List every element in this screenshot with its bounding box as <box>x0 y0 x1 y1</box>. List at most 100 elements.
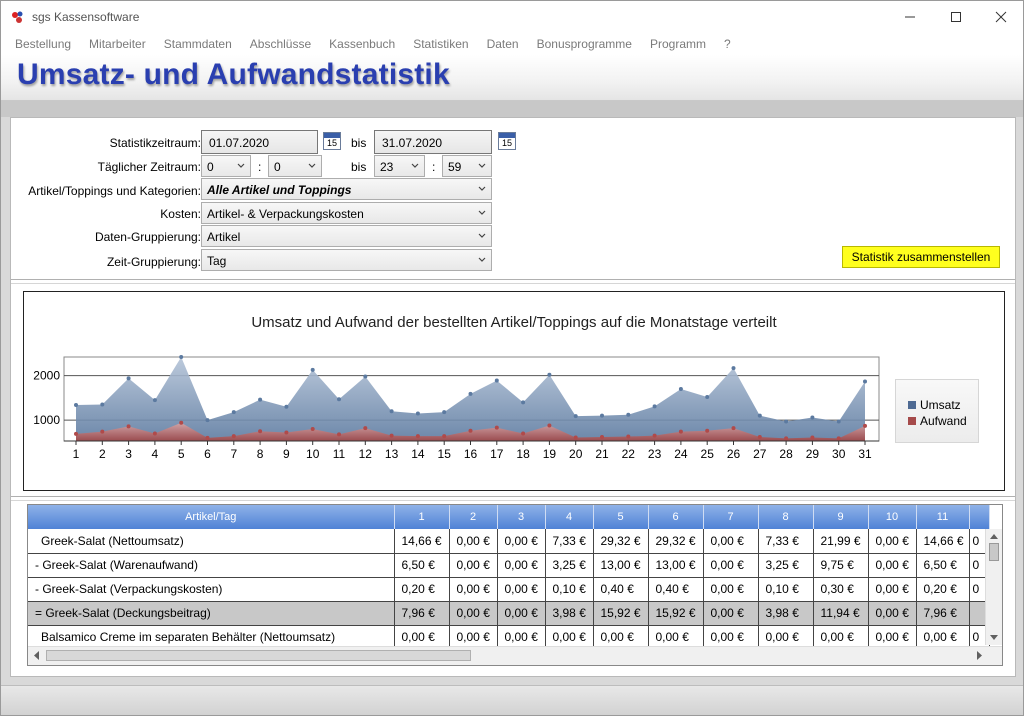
from-calendar-icon[interactable]: 15 <box>323 132 341 150</box>
point-umsatz <box>231 410 236 415</box>
maximize-button[interactable] <box>933 1 979 33</box>
table-row[interactable]: - Greek-Salat (Warenaufwand) 6,50 €0,00 €… <box>28 553 990 578</box>
point-aufwand <box>74 431 78 436</box>
menu-programm[interactable]: Programm <box>641 33 715 55</box>
column-header-partial <box>969 505 990 529</box>
horizontal-scrollbar[interactable] <box>28 646 1002 665</box>
x-tick-label: 11 <box>333 447 346 461</box>
x-tick-label: 12 <box>359 447 373 461</box>
to-calendar-icon[interactable]: 15 <box>498 132 516 150</box>
row-label: - Greek-Salat (Verpackungskosten) <box>28 577 395 602</box>
vertical-scroll-thumb[interactable] <box>989 543 999 561</box>
column-header-day[interactable]: 6 <box>648 505 704 529</box>
menu-stammdaten[interactable]: Stammdaten <box>155 33 241 55</box>
build-statistics-button[interactable]: Statistik zusammenstellen <box>842 246 1000 268</box>
point-umsatz <box>468 391 473 396</box>
point-umsatz <box>284 404 289 409</box>
menu-mitarbeiter[interactable]: Mitarbeiter <box>80 33 155 55</box>
table-row[interactable]: = Greek-Salat (Deckungsbeitrag) 7,96 €0,0… <box>28 601 990 626</box>
point-umsatz <box>389 409 394 414</box>
to-minute-select[interactable]: 59 <box>442 155 492 177</box>
table-cell: 0,30 € <box>813 577 869 602</box>
point-aufwand <box>810 435 815 440</box>
column-header-day[interactable]: 1 <box>394 505 450 529</box>
table-cell: 0,00 € <box>497 553 546 578</box>
to-hour-select[interactable]: 23 <box>374 155 425 177</box>
from-hour-value: 0 <box>207 160 214 174</box>
column-header-day[interactable]: 5 <box>593 505 649 529</box>
menu-kassenbuch[interactable]: Kassenbuch <box>320 33 404 55</box>
maximize-icon <box>951 12 961 22</box>
x-tick-label: 23 <box>648 447 662 461</box>
point-aufwand <box>678 429 683 434</box>
point-aufwand <box>258 429 263 434</box>
column-header-day[interactable]: 2 <box>449 505 498 529</box>
x-tick-label: 1 <box>73 447 80 461</box>
scroll-down-icon[interactable] <box>986 631 1002 645</box>
point-umsatz <box>652 404 657 409</box>
minimize-button[interactable] <box>887 1 933 33</box>
table-row[interactable]: - Greek-Salat (Verpackungskosten) 0,20 €0… <box>28 577 990 602</box>
point-umsatz <box>757 413 762 418</box>
window-title: sgs Kassensoftware <box>32 10 140 24</box>
scroll-up-icon[interactable] <box>986 529 1002 543</box>
row-label: Greek-Salat (Nettoumsatz) <box>28 529 395 554</box>
x-tick-label: 19 <box>543 447 557 461</box>
menu-help[interactable]: ? <box>715 33 740 55</box>
costs-select[interactable]: Artikel- & Verpackungskosten <box>201 202 492 224</box>
chevron-down-icon <box>478 163 486 168</box>
from-date-field[interactable]: 01.07.2020 <box>201 130 318 154</box>
menu-daten[interactable]: Daten <box>478 33 528 55</box>
column-header-article[interactable]: Artikel/Tag <box>28 505 395 529</box>
to-date-field[interactable]: 31.07.2020 <box>374 130 492 154</box>
row-label: = Greek-Salat (Deckungsbeitrag) <box>28 601 395 626</box>
grouping-label: Daten-Gruppierung: <box>94 230 201 244</box>
legend-label-umsatz: Umsatz <box>920 398 961 412</box>
legend-swatch-umsatz <box>908 401 916 409</box>
vertical-scrollbar[interactable] <box>985 529 1002 645</box>
table-cell: 0,00 € <box>497 577 546 602</box>
column-header-day[interactable]: 4 <box>545 505 594 529</box>
chevron-down-icon <box>411 163 419 168</box>
menu-bonusprogramme[interactable]: Bonusprogramme <box>528 33 641 55</box>
time-grouping-select[interactable]: Tag <box>201 249 492 271</box>
point-aufwand <box>179 420 184 425</box>
point-umsatz <box>179 355 184 359</box>
articles-select[interactable]: Alle Artikel und Toppings <box>201 178 492 200</box>
column-header-day[interactable]: 8 <box>758 505 814 529</box>
point-aufwand <box>389 433 394 438</box>
column-header-day[interactable]: 9 <box>813 505 869 529</box>
column-header-day[interactable]: 3 <box>497 505 546 529</box>
statistics-panel: Statistikzeitraum: 01.07.2020 15 bis 31.… <box>10 117 1016 677</box>
scroll-left-icon[interactable] <box>30 647 44 664</box>
column-header-day[interactable]: 10 <box>868 505 917 529</box>
table-cell: 0,10 € <box>545 577 594 602</box>
point-aufwand <box>836 436 841 441</box>
x-tick-label: 7 <box>230 447 237 461</box>
scroll-right-icon[interactable] <box>972 647 986 664</box>
menu-statistiken[interactable]: Statistiken <box>404 33 477 55</box>
horizontal-scroll-thumb[interactable] <box>46 650 471 661</box>
from-hour-select[interactable]: 0 <box>201 155 251 177</box>
menu-bestellung[interactable]: Bestellung <box>6 33 80 55</box>
point-aufwand <box>100 429 105 434</box>
banner-divider <box>1 101 1023 117</box>
close-button[interactable] <box>978 1 1024 33</box>
to-hour-value: 23 <box>380 160 394 174</box>
grouping-select[interactable]: Artikel <box>201 225 492 247</box>
x-tick-label: 31 <box>858 447 872 461</box>
table-cell: 7,96 € <box>394 601 450 626</box>
point-aufwand <box>231 434 236 439</box>
costs-label: Kosten: <box>160 207 201 221</box>
table-row[interactable]: Greek-Salat (Nettoumsatz) 14,66 €0,00 €0,… <box>28 529 990 554</box>
chart-plot: 100020001 2 3 4 5 6 7 8 9 10 11 12 13 14 15 16 17 18 19 20 2… <box>33 355 880 461</box>
column-header-day[interactable]: 11 <box>916 505 970 529</box>
point-umsatz <box>415 411 420 416</box>
point-aufwand <box>126 424 131 429</box>
point-aufwand <box>547 423 552 428</box>
data-grid: Artikel/Tag 1 2 3 4 5 6 7 8 9 10 11 Greek-Salat (Ne… <box>28 505 990 650</box>
from-minute-select[interactable]: 0 <box>268 155 322 177</box>
menu-abschluesse[interactable]: Abschlüsse <box>241 33 320 55</box>
column-header-day[interactable]: 7 <box>703 505 759 529</box>
chevron-down-icon <box>478 186 486 191</box>
